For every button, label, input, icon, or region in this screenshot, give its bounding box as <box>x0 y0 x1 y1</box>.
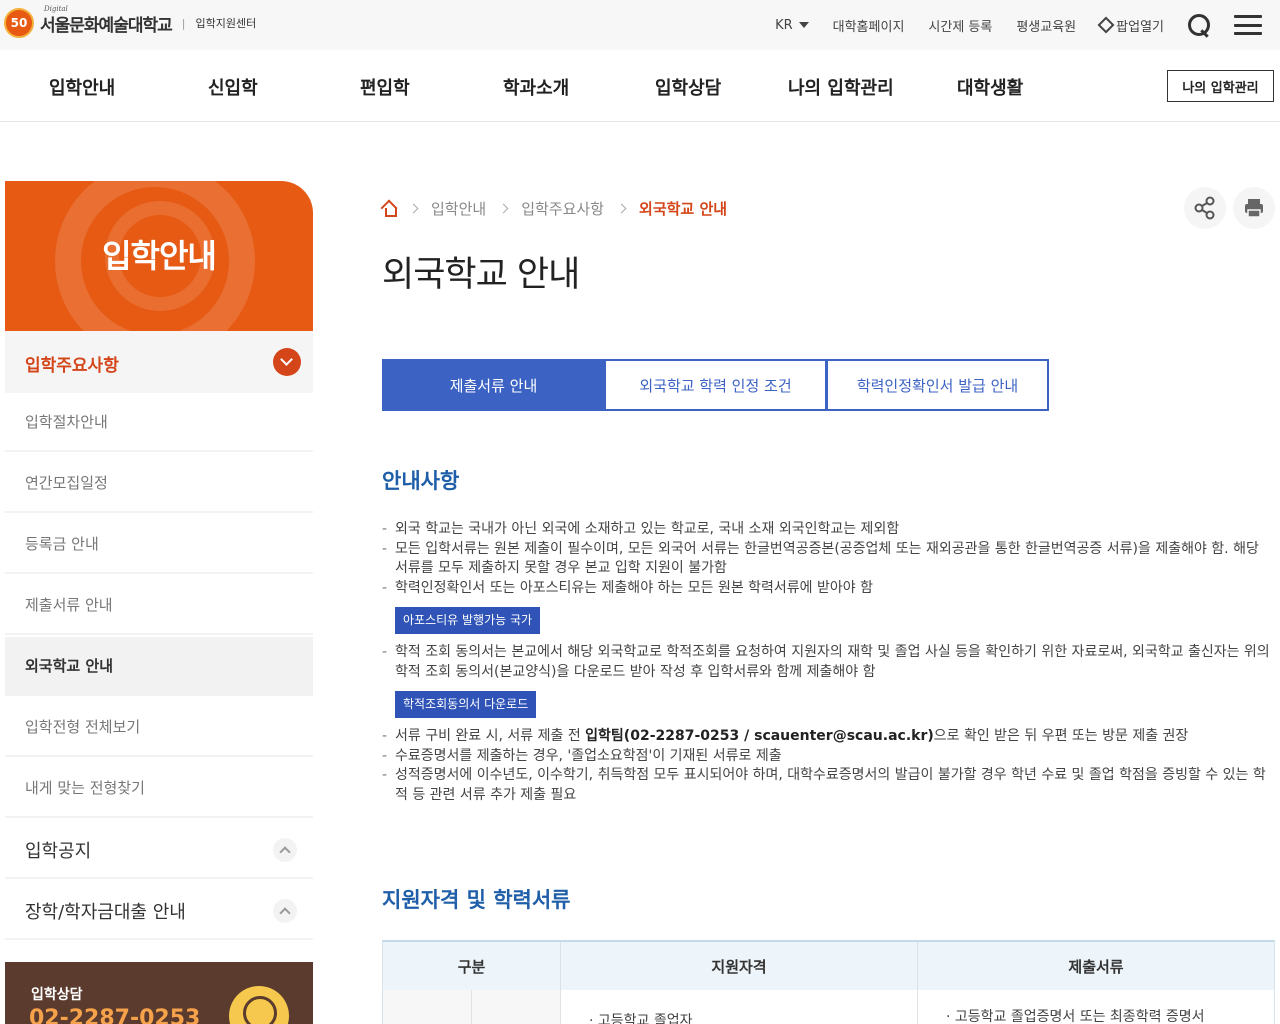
table-header: 지원자격 <box>561 942 918 990</box>
tab-certificate-issuance[interactable]: 학력인정확인서 발급 안내 <box>826 359 1049 411</box>
lifelong-edu-link[interactable]: 평생교육원 <box>1016 16 1076 35</box>
gnb-item-consultation[interactable]: 입학상담 <box>655 74 721 100</box>
sidebar-item-label: 입학전형 전체보기 <box>25 718 141 736</box>
logo-sub-text: Digital <box>44 4 68 13</box>
top-utility-bar: 50 Digital 서울문화예술대학교 | 입학지원센터 KR 대학홈페이지 … <box>0 0 1280 50</box>
table-cell <box>472 990 561 1024</box>
print-button[interactable] <box>1233 187 1275 229</box>
diamond-icon <box>1097 16 1115 34</box>
printer-icon <box>1245 199 1263 218</box>
sidebar-item-label: 입학공지 <box>25 841 92 862</box>
time-register-link[interactable]: 시간제 등록 <box>928 16 992 35</box>
content-tabs: 제출서류 안내 외국학교 학력 인정 조건 학력인정확인서 발급 안내 <box>382 359 1049 411</box>
share-button[interactable] <box>1184 187 1226 229</box>
notice-section-title: 안내사항 <box>382 469 460 493</box>
logo-divider: | <box>181 16 186 30</box>
list-item: 수료증명서를 제출하는 경우, '졸업소요학점'이 기재된 서류로 제출 <box>382 747 1274 767</box>
breadcrumb-item[interactable]: 입학안내 <box>431 198 486 219</box>
gnb-item-my-admission[interactable]: 나의 입학관리 <box>788 74 894 100</box>
table-header: 제출서류 <box>918 942 1274 990</box>
logo-center-name: 입학지원센터 <box>195 17 257 30</box>
tab-foreign-recognition[interactable]: 외국학교 학력 인정 조건 <box>604 359 827 411</box>
popup-open-button[interactable]: 팝업열기 <box>1097 16 1164 35</box>
sidebar-item-admission-notice[interactable]: 입학공지 <box>5 820 313 879</box>
gnb-item-campus-life[interactable]: 대학생활 <box>957 74 1023 100</box>
sidebar-item-label: 입학절차안내 <box>25 413 108 431</box>
qualifications-section-title: 지원자격 및 학력서류 <box>382 888 571 912</box>
chevron-right-icon <box>498 203 509 214</box>
university-logo[interactable]: 50 Digital 서울문화예술대학교 | 입학지원센터 <box>4 4 257 38</box>
list-item: 서류 구비 완료 시, 서류 제출 전 입학팀(02-2287-0253 / s… <box>382 727 1274 747</box>
chevron-up-icon[interactable] <box>273 899 297 923</box>
popup-open-label: 팝업열기 <box>1116 19 1164 35</box>
sidebar-item-label: 내게 맞는 전형찾기 <box>25 779 145 797</box>
sidebar-hero-title: 입학안내 <box>102 237 217 275</box>
share-icon <box>1194 196 1215 220</box>
apostille-countries-button[interactable]: 아포스티유 발행가능 국가 <box>395 607 541 634</box>
headset-icon <box>229 986 289 1024</box>
list-item: 모든 입학서류는 원본 제출이 필수이며, 모든 외국어 서류는 한글번역공증본… <box>382 540 1274 579</box>
my-admission-button[interactable]: 나의 입학관리 <box>1167 70 1274 102</box>
sidebar-section-admission-essentials[interactable]: 입학주요사항 <box>5 331 313 393</box>
consult-phone-number: 02-2287-0253 <box>29 1006 201 1024</box>
sidebar-item-label: 장학/학자금대출 안내 <box>25 902 186 923</box>
tab-documents[interactable]: 제출서류 안내 <box>382 359 605 411</box>
breadcrumb-item[interactable]: 입학주요사항 <box>521 198 604 219</box>
chevron-right-icon <box>408 203 419 214</box>
breadcrumb-current: 외국학교 안내 <box>639 200 728 218</box>
consent-form-download-button[interactable]: 학적조회동의서 다운로드 <box>395 691 537 718</box>
admission-team-contact: 입학팀(02-2287-0253 / scauenter@scau.ac.kr) <box>585 728 934 744</box>
sidebar-item-all-admission-types[interactable]: 입학전형 전체보기 <box>5 698 313 757</box>
sidebar-item-admission-procedure[interactable]: 입학절차안내 <box>5 393 313 452</box>
sidebar-item-tuition[interactable]: 등록금 안내 <box>5 515 313 574</box>
list-item: 성적증명서에 이수년도, 이수학기, 취득학점 모두 표시되어야 하며, 대학수… <box>382 766 1274 805</box>
caret-down-icon <box>798 22 809 28</box>
sidebar-item-documents[interactable]: 제출서류 안내 <box>5 576 313 635</box>
consult-title: 입학상담 <box>31 987 83 1003</box>
list-item: 학력인정확인서 또는 아포스티유는 제출해야 하는 모든 원본 학력서류에 받아… <box>382 579 1274 599</box>
table-cell: · 고등학교 졸업증명서 또는 최종학력 증명서 <box>946 1009 1205 1024</box>
qualifications-table: 구분 지원자격 제출서류 · 고등학교 졸업자 · 고등학교 졸업증명서 또는 … <box>382 940 1275 1024</box>
table-header: 구분 <box>383 942 561 990</box>
gnb-item-freshman[interactable]: 신입학 <box>208 74 258 100</box>
sidebar-item-foreign-school[interactable]: 외국학교 안내 <box>5 637 313 696</box>
list-item: 학적 조회 동의서는 본교에서 해당 외국학교로 학적조회를 요청하여 지원자의… <box>382 643 1274 682</box>
logo-name: 서울문화예술대학교 <box>40 15 173 36</box>
logo-emblem-icon: 50 <box>4 8 34 38</box>
sidebar-item-annual-schedule[interactable]: 연간모집일정 <box>5 454 313 513</box>
table-cell <box>383 990 472 1024</box>
gnb-item-admission-guide[interactable]: 입학안내 <box>49 74 115 100</box>
language-label: KR <box>775 17 793 33</box>
chevron-right-icon <box>616 203 627 214</box>
page-title: 외국학교 안내 <box>382 255 580 295</box>
utility-links: KR 대학홈페이지 시간제 등록 평생교육원 팝업열기 <box>775 0 1262 50</box>
univ-home-link[interactable]: 대학홈페이지 <box>833 16 905 35</box>
list-item: 외국 학교는 국내가 아닌 외국에 소재하고 있는 학교로, 국내 소재 외국인… <box>382 520 1274 540</box>
notice-list: 외국 학교는 국내가 아닌 외국에 소재하고 있는 학교로, 국내 소재 외국인… <box>382 520 1274 805</box>
sidebar-hero-banner: 입학안내 <box>5 181 313 331</box>
admission-consult-box[interactable]: 입학상담 02-2287-0253 <box>5 962 313 1024</box>
breadcrumb: 입학안내 입학주요사항 외국학교 안내 <box>382 198 727 219</box>
chevron-down-icon[interactable] <box>273 348 301 376</box>
sidebar-item-scholarship[interactable]: 장학/학자금대출 안내 <box>5 881 313 940</box>
main-navigation: 입학안내 신입학 편입학 학과소개 입학상담 나의 입학관리 대학생활 나의 입… <box>0 50 1280 122</box>
sidebar-item-label: 제출서류 안내 <box>25 596 113 614</box>
sidebar-item-label: 등록금 안내 <box>25 535 99 553</box>
sidebar-section-label: 입학주요사항 <box>25 356 119 376</box>
sidebar-item-find-my-type[interactable]: 내게 맞는 전형찾기 <box>5 759 313 818</box>
hamburger-menu-icon[interactable] <box>1234 15 1262 35</box>
gnb-item-transfer[interactable]: 편입학 <box>360 74 410 100</box>
language-select[interactable]: KR <box>775 18 809 33</box>
chevron-up-icon[interactable] <box>273 838 297 862</box>
sidebar-item-label: 외국학교 안내 <box>25 657 114 675</box>
sidebar-item-label: 연간모집일정 <box>25 474 108 492</box>
search-icon[interactable] <box>1188 14 1210 36</box>
table-cell: · 고등학교 졸업자 <box>561 990 918 1024</box>
gnb-item-departments[interactable]: 학과소개 <box>503 74 569 100</box>
home-icon[interactable] <box>382 202 397 217</box>
